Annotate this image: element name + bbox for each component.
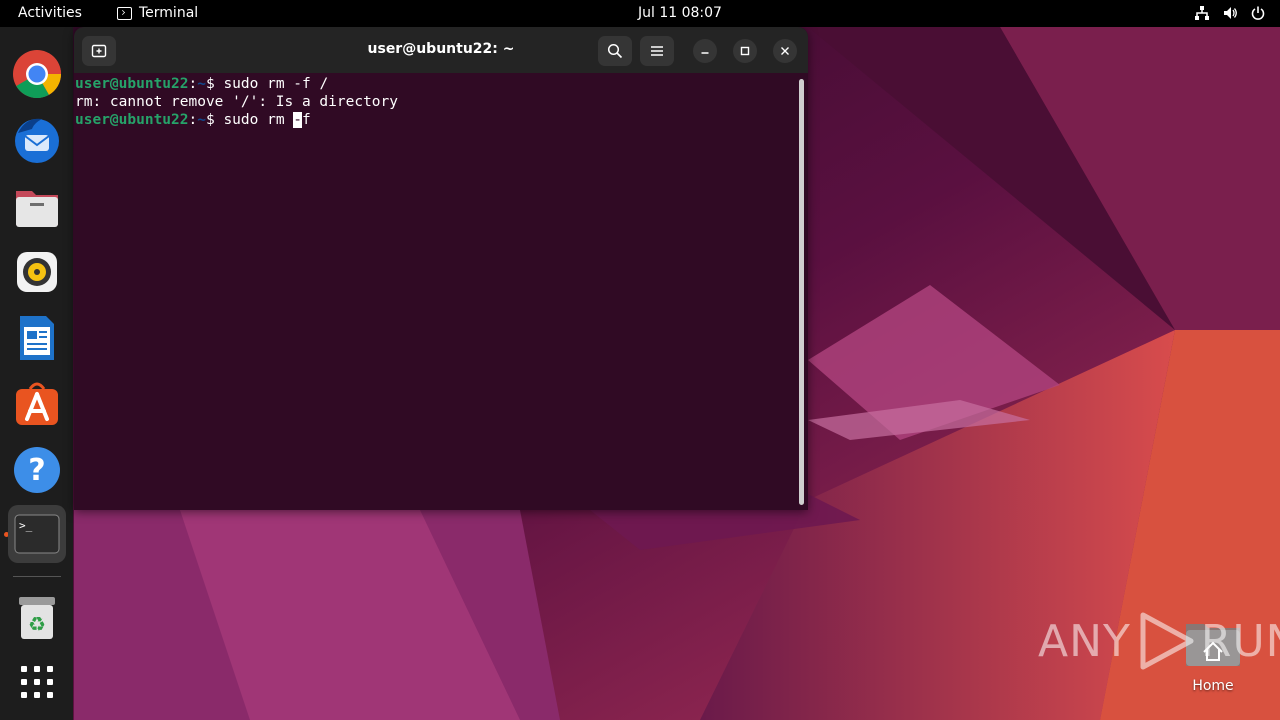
svg-text:>_: >_: [19, 519, 33, 532]
prompt-dollar: $: [205, 76, 224, 92]
minimize-button[interactable]: [693, 39, 717, 63]
top-bar: Activities Terminal Jul 11 08:07: [0, 0, 1280, 27]
home-folder-label[interactable]: Home: [1180, 678, 1246, 694]
chrome-icon: [13, 50, 62, 99]
terminal-headerbar[interactable]: user@ubuntu22: ~: [74, 27, 808, 73]
terminal-line: user@ubuntu22:~$ sudo rm -f: [75, 111, 795, 129]
dock-item-trash[interactable]: ♻: [8, 589, 66, 647]
app-menu-label: Terminal: [139, 5, 199, 21]
rhythmbox-icon: [17, 252, 57, 292]
terminal-app-icon: [117, 6, 132, 20]
prompt-separator: :: [188, 76, 198, 92]
prompt-path: ~: [197, 112, 206, 128]
minimize-icon: [701, 52, 709, 54]
maximize-icon: [740, 46, 750, 56]
app-menu[interactable]: Terminal: [117, 5, 198, 21]
app-grid-icon: [21, 666, 53, 698]
prompt-separator: :: [188, 112, 198, 128]
network-icon: [1195, 6, 1209, 20]
terminal-scrollbar[interactable]: [799, 79, 804, 505]
dock-item-chrome[interactable]: [8, 45, 66, 103]
search-button[interactable]: [598, 36, 632, 66]
prompt-dollar: $: [205, 112, 224, 128]
maximize-button[interactable]: [733, 39, 757, 63]
anyrun-watermark: ANY RUN: [1038, 610, 1280, 672]
watermark-text-right: RUN: [1200, 615, 1280, 667]
svg-text:?: ?: [28, 453, 45, 488]
close-icon: [781, 47, 789, 55]
dock-item-terminal[interactable]: >_: [8, 505, 66, 563]
text-cursor: -: [293, 112, 303, 128]
prompt-user: user@ubuntu22: [75, 112, 189, 128]
dock-item-software[interactable]: [8, 375, 66, 433]
hamburger-menu-icon: [651, 46, 663, 56]
dock-item-writer[interactable]: [8, 309, 66, 367]
files-icon: [16, 191, 58, 227]
writer-icon: [20, 316, 54, 360]
menu-button[interactable]: [640, 36, 674, 66]
close-button[interactable]: [773, 39, 797, 63]
dock-separator: [13, 576, 61, 577]
prompt-path: ~: [197, 76, 206, 92]
command-text: sudo rm -f /: [223, 76, 329, 92]
dock-item-files[interactable]: [8, 177, 66, 235]
terminal-output[interactable]: user@ubuntu22:~$ sudo rm -f / rm: cannot…: [75, 75, 795, 505]
dock-item-thunderbird[interactable]: [8, 111, 66, 169]
clock[interactable]: Jul 11 08:07: [638, 5, 722, 21]
svg-text:♻: ♻: [28, 612, 46, 636]
activities-button[interactable]: Activities: [18, 5, 82, 21]
terminal-line: rm: cannot remove '/': Is a directory: [75, 93, 795, 111]
software-icon: [16, 382, 58, 425]
terminal-line: user@ubuntu22:~$ sudo rm -f /: [75, 75, 795, 93]
trash-icon: ♻: [19, 597, 55, 639]
dock-item-show-apps[interactable]: [8, 653, 66, 711]
thunderbird-icon: [15, 118, 59, 163]
output-text: rm: cannot remove '/': Is a directory: [75, 94, 399, 110]
power-icon: [1251, 6, 1265, 20]
volume-icon: [1224, 7, 1237, 19]
terminal-window[interactable]: user@ubuntu22: ~ user@ubuntu22:~$ sudo r…: [74, 27, 808, 510]
command-text: sudo rm: [223, 112, 294, 128]
dock-item-rhythmbox[interactable]: [8, 243, 66, 301]
search-icon: [607, 43, 623, 59]
watermark-play-icon: [1140, 612, 1194, 670]
dock-item-help[interactable]: ?: [8, 441, 66, 499]
command-text-after-cursor: f: [302, 112, 311, 128]
watermark-text-left: ANY: [1038, 615, 1131, 667]
help-icon: ?: [14, 447, 60, 493]
dock: ? >_ ♻: [0, 27, 73, 720]
system-tray[interactable]: [1194, 5, 1266, 21]
terminal-icon: >_: [14, 514, 60, 554]
prompt-user: user@ubuntu22: [75, 76, 189, 92]
